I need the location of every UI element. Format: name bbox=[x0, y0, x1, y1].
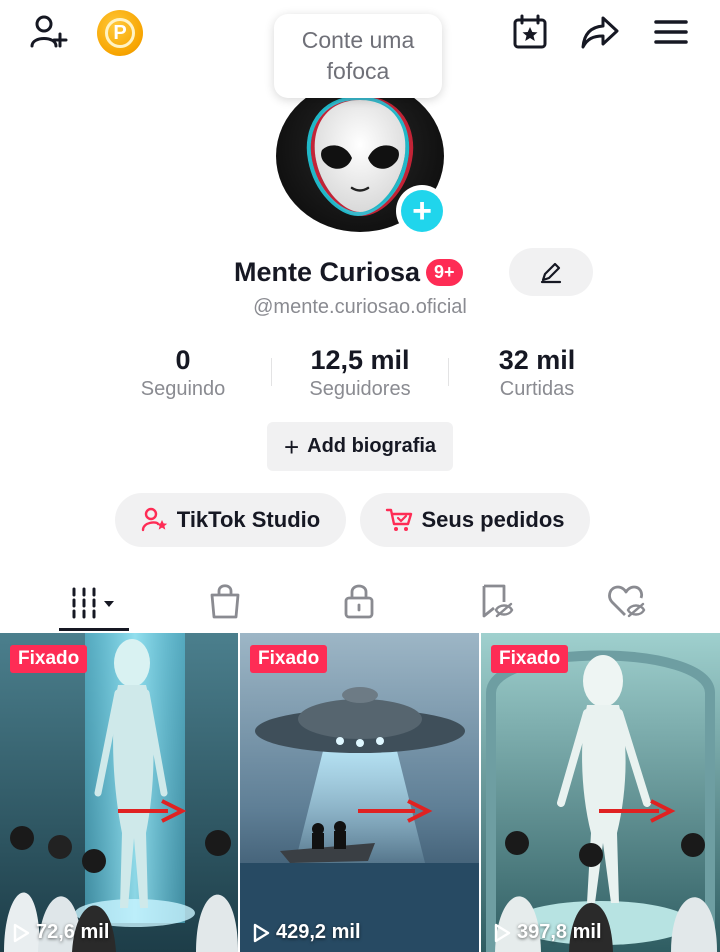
tiktok-studio-label: TikTok Studio bbox=[176, 507, 321, 532]
stat-value: 0 bbox=[175, 345, 191, 375]
play-icon bbox=[253, 923, 270, 942]
video-tile[interactable]: Fixado 429,2 mil bbox=[240, 633, 479, 952]
view-count: 72,6 mil bbox=[12, 921, 109, 944]
add-friend-icon[interactable] bbox=[26, 10, 70, 54]
tab-private[interactable] bbox=[287, 570, 431, 632]
plus-icon: + bbox=[401, 190, 443, 232]
profile-handle: @mente.curiosao.oficial bbox=[253, 296, 467, 318]
stat-value: 12,5 mil bbox=[310, 345, 410, 375]
play-icon bbox=[13, 923, 30, 942]
share-icon[interactable] bbox=[578, 10, 622, 54]
plus-icon: + bbox=[283, 431, 300, 462]
notification-badge[interactable]: 9+ bbox=[426, 258, 463, 286]
tab-shop[interactable] bbox=[153, 570, 297, 632]
stat-value: 32 mil bbox=[498, 345, 576, 375]
calendar-star-icon[interactable] bbox=[508, 10, 552, 54]
stat-following[interactable]: 0 Seguindo bbox=[95, 344, 271, 401]
menu-icon[interactable] bbox=[649, 10, 693, 54]
shopping-bag-icon bbox=[210, 584, 240, 619]
edit-profile-button[interactable] bbox=[509, 248, 593, 296]
add-bio-button[interactable]: + Add biografia bbox=[267, 422, 453, 471]
video-tile[interactable]: Fixado 72,6 mil bbox=[0, 633, 238, 952]
view-count-text: 72,6 mil bbox=[36, 921, 110, 943]
stat-followers[interactable]: 12,5 mil Seguidores bbox=[272, 344, 448, 401]
view-count: 429,2 mil bbox=[252, 921, 361, 944]
video-thumbnail bbox=[481, 633, 720, 952]
orders-label: Seus pedidos bbox=[421, 507, 565, 532]
view-count: 397,8 mil bbox=[493, 921, 602, 944]
profile-name-row: Mente Curiosa 9+ bbox=[234, 252, 463, 292]
tab-favorites[interactable] bbox=[424, 570, 568, 632]
add-avatar-button[interactable]: + bbox=[396, 185, 448, 237]
add-bio-label: Add biografia bbox=[307, 435, 437, 457]
lock-icon bbox=[344, 584, 374, 619]
coins-icon[interactable]: P bbox=[97, 10, 143, 56]
content-tabs bbox=[0, 570, 720, 632]
stat-likes[interactable]: 32 mil Curtidas bbox=[449, 344, 625, 401]
stat-label: Seguidores bbox=[309, 378, 411, 400]
view-count-text: 429,2 mil bbox=[276, 921, 361, 943]
coin-letter: P bbox=[105, 18, 135, 48]
profile-stats: 0 Seguindo 12,5 mil Seguidores 32 mil Cu… bbox=[95, 344, 625, 406]
pinned-badge: Fixado bbox=[10, 645, 88, 673]
video-grid: Fixado 72,6 mil Fixado 429,2 mil Fixado … bbox=[0, 633, 720, 952]
pinned-badge: Fixado bbox=[491, 645, 569, 673]
orders-button[interactable]: Seus pedidos bbox=[360, 493, 590, 547]
pencil-icon bbox=[540, 262, 562, 284]
user-star-icon bbox=[141, 507, 167, 532]
grid-dropdown-icon bbox=[72, 587, 114, 619]
heart-hidden-icon bbox=[608, 585, 646, 618]
stat-label: Seguindo bbox=[140, 378, 226, 400]
pinned-badge: Fixado bbox=[250, 645, 328, 673]
tooltip-bubble[interactable]: Conte uma fofoca bbox=[274, 14, 442, 98]
tiktok-studio-button[interactable]: TikTok Studio bbox=[115, 493, 346, 547]
stat-label: Curtidas bbox=[499, 378, 575, 400]
view-count-text: 397,8 mil bbox=[517, 921, 602, 943]
tab-videos[interactable] bbox=[22, 570, 166, 632]
tooltip-text: Conte uma fofoca bbox=[301, 27, 415, 84]
video-tile[interactable]: Fixado 397,8 mil bbox=[481, 633, 720, 952]
bookmark-hidden-icon bbox=[482, 584, 514, 618]
cart-icon bbox=[386, 508, 413, 531]
active-tab-indicator bbox=[59, 628, 129, 631]
video-thumbnail bbox=[240, 633, 479, 952]
play-icon bbox=[494, 923, 511, 942]
profile-name: Mente Curiosa bbox=[234, 256, 421, 287]
tab-liked[interactable] bbox=[555, 570, 699, 632]
video-thumbnail bbox=[0, 633, 238, 952]
